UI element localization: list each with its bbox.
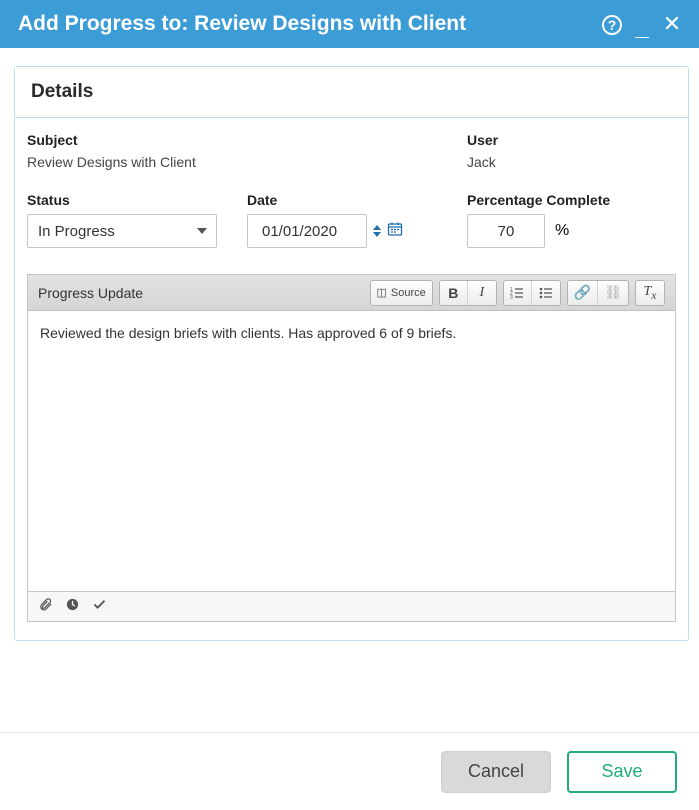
numbered-list-icon: 123	[510, 286, 524, 300]
bullet-list-button[interactable]	[532, 281, 560, 305]
subject-value: Review Designs with Client	[27, 154, 467, 170]
details-panel: Details Subject Review Designs with Clie…	[14, 66, 689, 641]
calendar-button[interactable]	[387, 221, 403, 242]
panel-header: Details	[15, 67, 688, 118]
percentage-unit: %	[555, 222, 569, 240]
bold-button[interactable]: B	[440, 281, 468, 305]
status-label: Status	[27, 192, 247, 208]
calendar-icon	[387, 221, 403, 237]
button-bar: Cancel Save	[0, 732, 699, 810]
window-title: Add Progress to: Review Designs with Cli…	[18, 12, 597, 36]
paperclip-icon	[38, 597, 53, 612]
source-icon: ◫	[377, 286, 387, 299]
clock-icon	[65, 597, 80, 612]
editor-footer	[28, 591, 675, 621]
link-icon: 🔗	[574, 284, 591, 301]
bullet-list-icon	[539, 286, 553, 300]
chevron-down-icon	[373, 232, 381, 237]
minimize-icon: _	[635, 14, 648, 41]
save-button[interactable]: Save	[567, 751, 677, 793]
close-icon: ✕	[663, 11, 681, 36]
source-label: Source	[391, 287, 426, 299]
help-button[interactable]: ?	[597, 13, 627, 36]
editor-toolbar: ◫ Source B I 123	[364, 280, 665, 306]
bold-icon: B	[448, 285, 458, 301]
unlink-icon: ⛓	[604, 284, 622, 301]
remove-format-button[interactable]: Tx	[636, 281, 664, 305]
remove-format-icon: Tx	[644, 284, 657, 302]
status-select[interactable]: In Progress	[27, 214, 217, 248]
editor-textarea[interactable]: Reviewed the design briefs with clients.…	[28, 311, 675, 591]
editor-title: Progress Update	[38, 285, 143, 301]
title-bar: Add Progress to: Review Designs with Cli…	[0, 0, 699, 48]
date-spinner[interactable]	[373, 225, 381, 237]
italic-icon: I	[479, 285, 484, 301]
minimize-button[interactable]: _	[627, 10, 657, 38]
date-label: Date	[247, 192, 467, 208]
date-input[interactable]	[247, 214, 367, 248]
user-label: User	[467, 132, 647, 148]
attach-button[interactable]	[38, 597, 53, 617]
cancel-button[interactable]: Cancel	[441, 751, 551, 793]
chevron-up-icon	[373, 225, 381, 230]
close-button[interactable]: ✕	[657, 11, 687, 37]
percentage-label: Percentage Complete	[467, 192, 667, 208]
link-button[interactable]: 🔗	[568, 281, 598, 305]
user-value: Jack	[467, 154, 647, 170]
subject-label: Subject	[27, 132, 467, 148]
check-icon	[92, 597, 107, 612]
percentage-input[interactable]	[467, 214, 545, 248]
italic-button[interactable]: I	[468, 281, 496, 305]
help-icon: ?	[602, 15, 622, 35]
numbered-list-button[interactable]: 123	[504, 281, 532, 305]
unlink-button[interactable]: ⛓	[598, 281, 628, 305]
source-button[interactable]: ◫ Source	[371, 281, 432, 305]
history-button[interactable]	[65, 597, 80, 617]
editor-box: Progress Update ◫ Source B I	[27, 274, 676, 622]
done-button[interactable]	[92, 597, 107, 617]
svg-text:3: 3	[510, 295, 513, 300]
form-scroll-area[interactable]: Details Subject Review Designs with Clie…	[0, 48, 699, 732]
